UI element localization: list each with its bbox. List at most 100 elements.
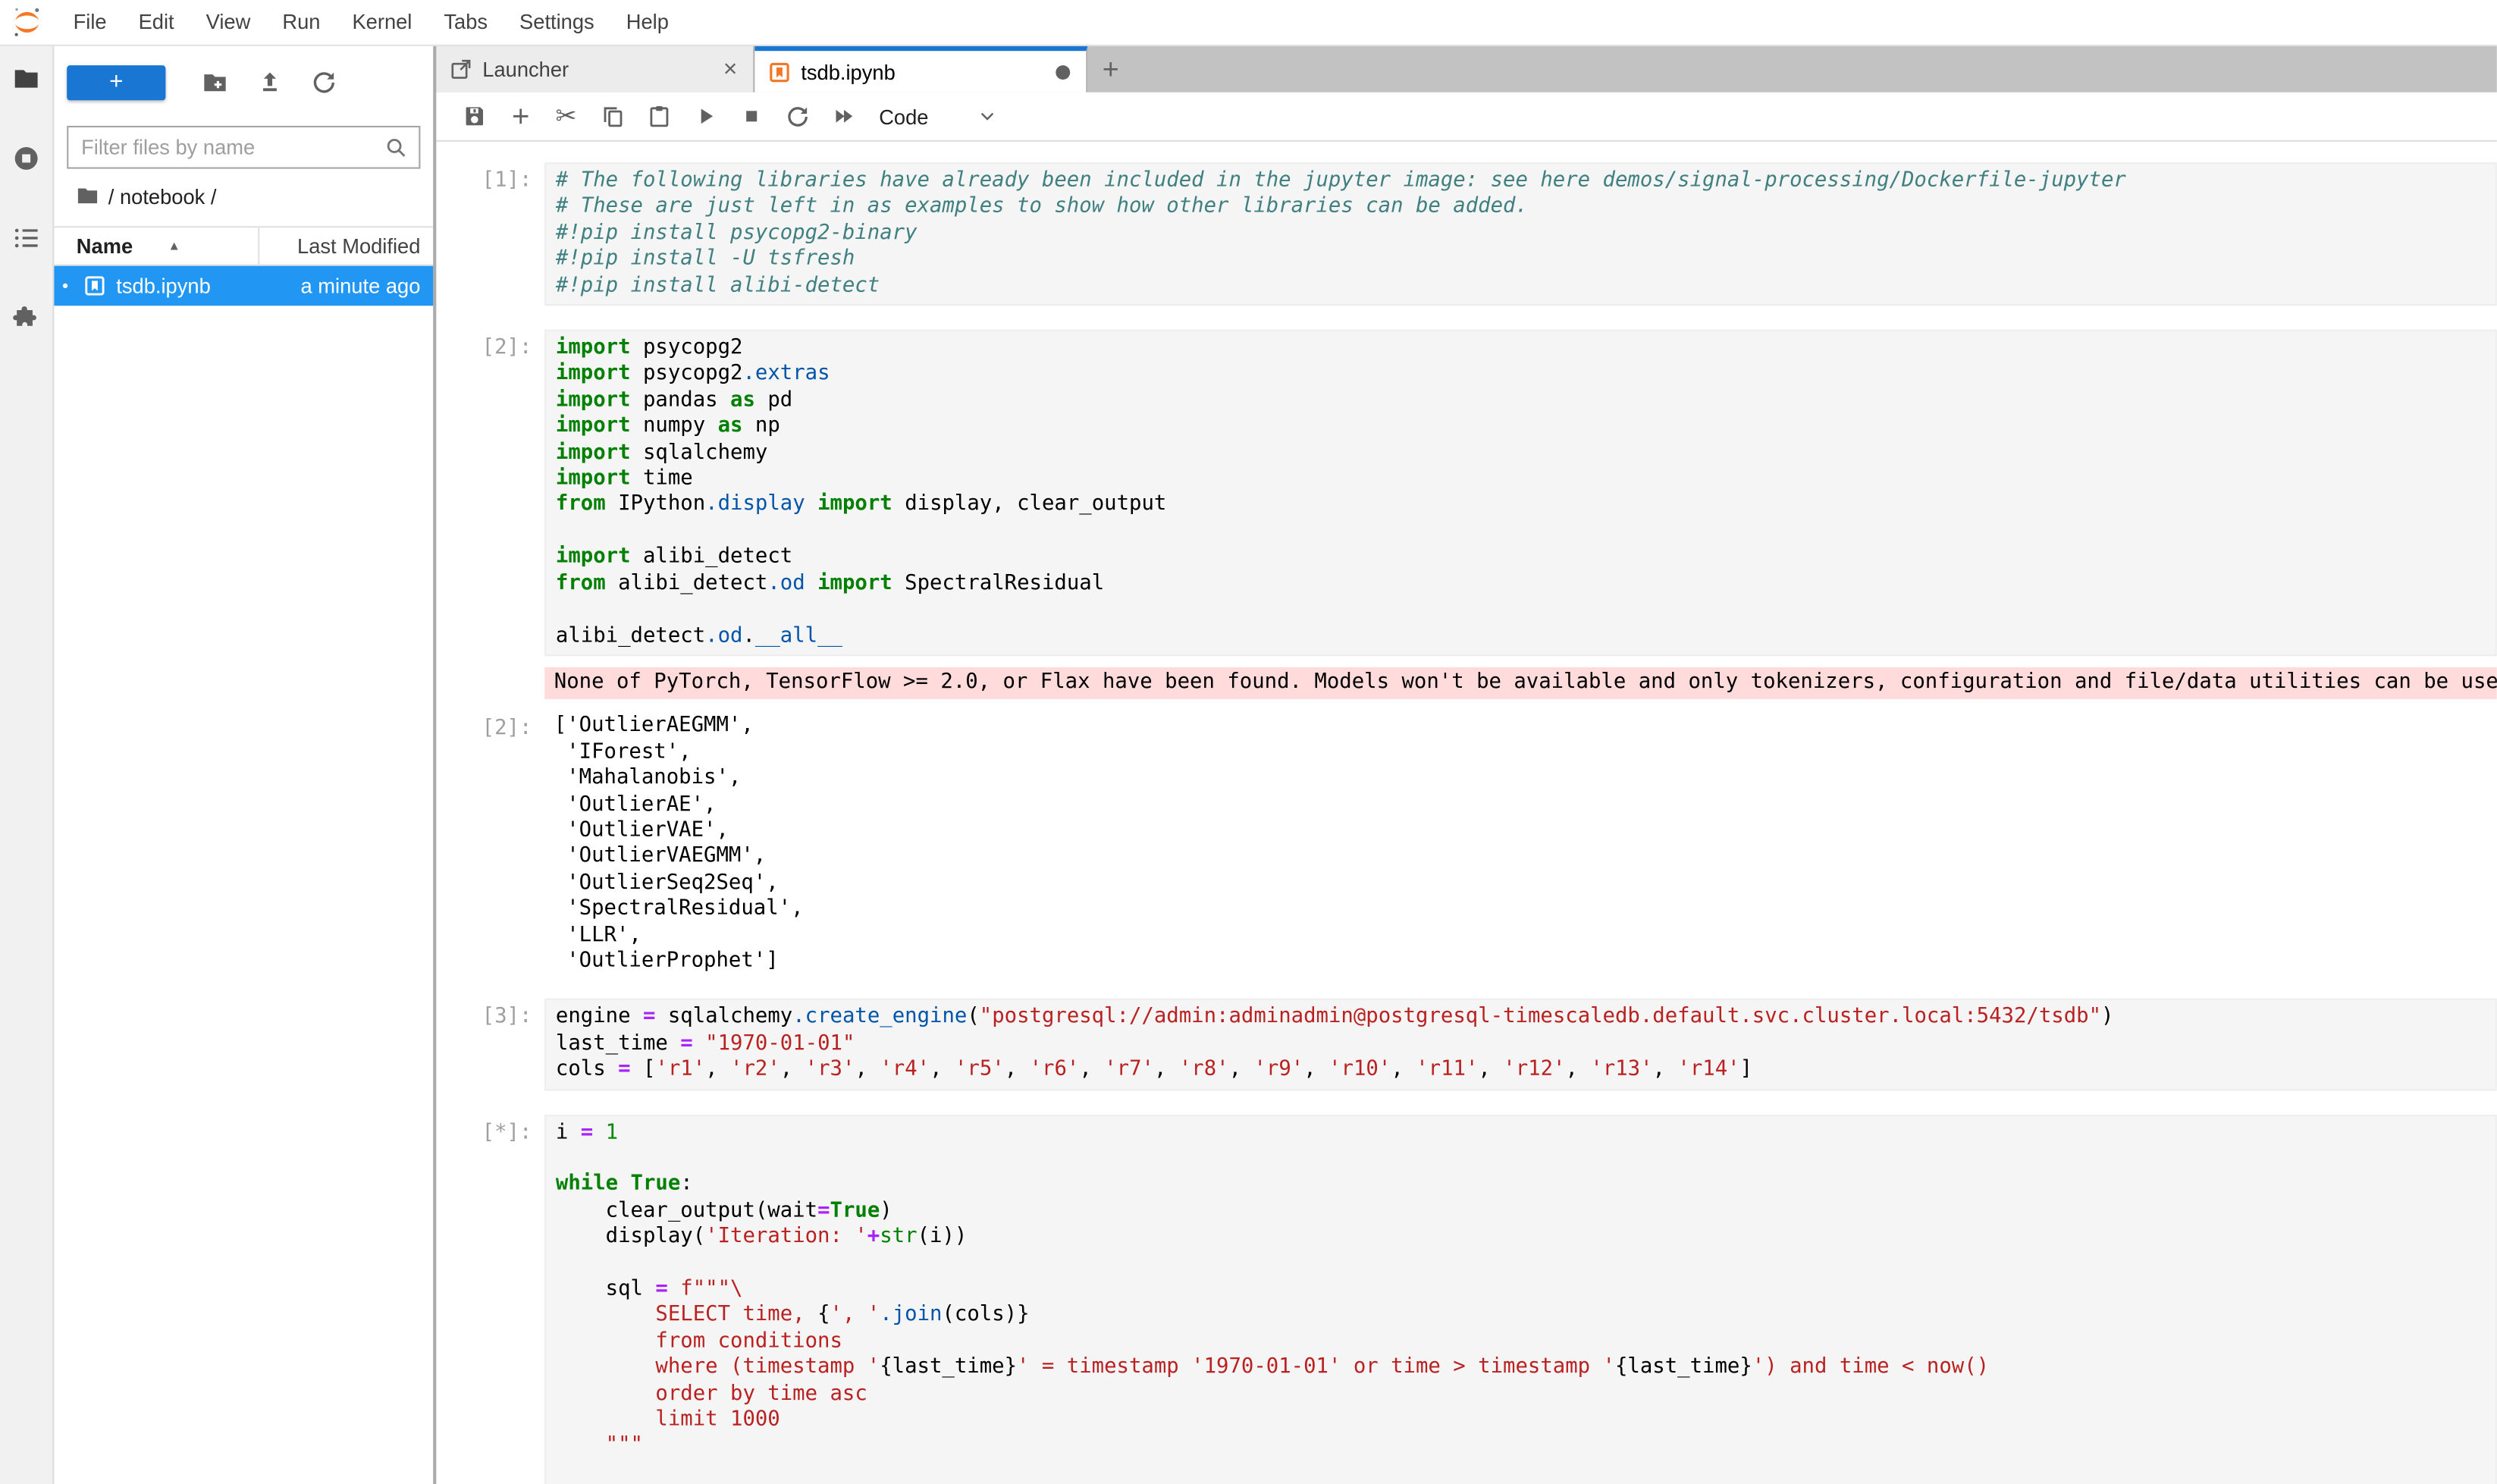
stderr-text: None of PyTorch, TensorFlow >= 2.0, or F… (554, 670, 2487, 696)
code-line (556, 598, 2486, 623)
save-button[interactable] (450, 97, 497, 135)
file-list-header: Name ▲ Last Modified (54, 226, 433, 266)
code-line: #!pip install alibi-detect (556, 273, 2486, 299)
copy-cells-button[interactable] (589, 97, 635, 135)
sort-ascending-icon: ▲ (168, 239, 180, 253)
menu-item-view[interactable]: View (190, 0, 267, 45)
cell-code-editor[interactable]: i = 1 while True: clear_output(wait=True… (544, 1114, 2497, 1484)
code-line (556, 1460, 2486, 1484)
notebook-cell[interactable]: [2]:import psycopg2import psycopg2.extra… (436, 330, 2496, 975)
notebook-toolbar: ✂ (436, 93, 2496, 142)
file-browser-icon[interactable] (11, 64, 42, 94)
add-cell-icon (507, 104, 533, 130)
restart-icon (784, 104, 810, 130)
code-line: import numpy as np (556, 415, 2486, 441)
code-line: import psycopg2.extras (556, 362, 2486, 388)
output-line: 'SpectralResidual', (554, 897, 2487, 923)
new-folder-icon (201, 67, 230, 96)
new-launcher-button[interactable]: + (67, 64, 165, 99)
upload-icon (256, 68, 283, 96)
output-line: 'OutlierVAEGMM', (554, 845, 2487, 871)
code-line (556, 519, 2486, 544)
notebook-cell[interactable]: [3]:engine = sqlalchemy.create_engine("p… (436, 999, 2496, 1090)
menu-item-edit[interactable]: Edit (123, 0, 190, 45)
code-line (556, 1251, 2486, 1277)
code-line: import alibi_detect (556, 545, 2486, 571)
code-line: """ (556, 1434, 2486, 1460)
code-line: sql = f"""\ (556, 1277, 2486, 1303)
notebook-cell[interactable]: [*]:i = 1 while True: clear_output(wait=… (436, 1114, 2496, 1484)
cut-cells-button[interactable]: ✂ (543, 97, 589, 135)
menu-item-run[interactable]: Run (266, 0, 336, 45)
filter-files-input[interactable] (78, 133, 384, 161)
file-browser-toolbar: + (54, 46, 433, 105)
menu-item-help[interactable]: Help (610, 0, 685, 45)
add-cell-button[interactable] (497, 97, 543, 135)
column-header-last-modified[interactable]: Last Modified (257, 227, 433, 264)
menu-items: FileEditViewRunKernelTabsSettingsHelp (58, 0, 685, 45)
breadcrumb-path: / notebook / (108, 184, 217, 209)
plus-icon (1098, 58, 1122, 82)
cell-code-editor[interactable]: import psycopg2import psycopg2.extrasimp… (544, 330, 2497, 656)
code-line: engine = sqlalchemy.create_engine("postg… (556, 1006, 2486, 1031)
run-cell-button[interactable] (682, 97, 728, 135)
cell-input-prompt: [*]: (436, 1114, 544, 1147)
cell-type-select[interactable]: Code (879, 105, 999, 129)
breadcrumb[interactable]: / notebook / (54, 169, 433, 220)
menu-item-kernel[interactable]: Kernel (336, 0, 428, 45)
cell-input-prompt: [2]: (436, 330, 544, 362)
file-name: tsdb.ipynb (107, 274, 301, 298)
tab-bar: Launcher × tsdb.ipynb (436, 46, 2496, 93)
paste-icon (646, 104, 672, 130)
new-folder-button[interactable] (188, 64, 242, 99)
code-line: # These are just left in as examples to … (556, 195, 2486, 221)
cell-code-editor[interactable]: engine = sqlalchemy.create_engine("postg… (544, 999, 2497, 1090)
unsaved-changes-dot-icon[interactable] (1056, 64, 1070, 79)
refresh-icon (309, 68, 337, 96)
interrupt-kernel-button[interactable] (728, 97, 774, 135)
table-of-contents-icon[interactable] (11, 223, 42, 253)
notebook-icon (83, 274, 107, 298)
paste-cells-button[interactable] (635, 97, 682, 135)
extensions-puzzle-icon[interactable] (11, 303, 42, 333)
menu-item-file[interactable]: File (58, 0, 123, 45)
output-line: 'OutlierVAE', (554, 818, 2487, 844)
copy-icon (600, 104, 626, 130)
upload-button[interactable] (242, 64, 296, 99)
code-line: # The following libraries have already b… (556, 169, 2486, 195)
save-icon (461, 104, 487, 130)
code-line: import sqlalchemy (556, 441, 2486, 466)
code-line: alibi_detect.od.__all__ (556, 623, 2486, 649)
main-dock-panel: Launcher × tsdb.ipynb (436, 46, 2496, 1484)
output-line: 'Mahalanobis', (554, 766, 2487, 792)
menu-bar: FileEditViewRunKernelTabsSettingsHelp (0, 0, 2497, 46)
file-browser-panel: + (54, 46, 436, 1484)
code-line: clear_output(wait=True) (556, 1199, 2486, 1225)
restart-run-all-button[interactable] (820, 97, 867, 135)
code-line (556, 1147, 2486, 1172)
launcher-icon (449, 58, 473, 82)
cell-code-editor[interactable]: # The following libraries have already b… (544, 162, 2497, 306)
running-sessions-icon[interactable] (11, 143, 42, 174)
code-line: where (timestamp '{last_time}' = timesta… (556, 1356, 2486, 1382)
restart-kernel-button[interactable] (774, 97, 820, 135)
tab-label: tsdb.ipynb (801, 60, 1046, 83)
refresh-file-list-button[interactable] (296, 64, 350, 99)
new-tab-button[interactable] (1087, 46, 1132, 93)
column-header-name[interactable]: Name ▲ (54, 234, 257, 259)
menu-item-settings[interactable]: Settings (503, 0, 610, 45)
notebook-cell[interactable]: [1]:# The following libraries have alrea… (436, 162, 2496, 306)
cell-type-value: Code (879, 105, 928, 129)
menu-item-tabs[interactable]: Tabs (428, 0, 503, 45)
file-row[interactable]: •tsdb.ipynba minute ago (54, 266, 433, 306)
tab-launcher[interactable]: Launcher × (436, 46, 754, 93)
tab-notebook-tsdb[interactable]: tsdb.ipynb (754, 46, 1087, 93)
code-line: from conditions (556, 1329, 2486, 1355)
chevron-down-icon (976, 105, 998, 127)
close-tab-icon[interactable]: × (720, 58, 741, 82)
filter-files-box (67, 126, 420, 169)
code-line: SELECT time, {', '.join(cols)} (556, 1304, 2486, 1329)
jupyterlab-window: FileEditViewRunKernelTabsSettingsHelp + (0, 0, 2497, 1484)
stderr-output: None of PyTorch, TensorFlow >= 2.0, or F… (544, 667, 2497, 700)
output-line: 'LLR', (554, 923, 2487, 949)
